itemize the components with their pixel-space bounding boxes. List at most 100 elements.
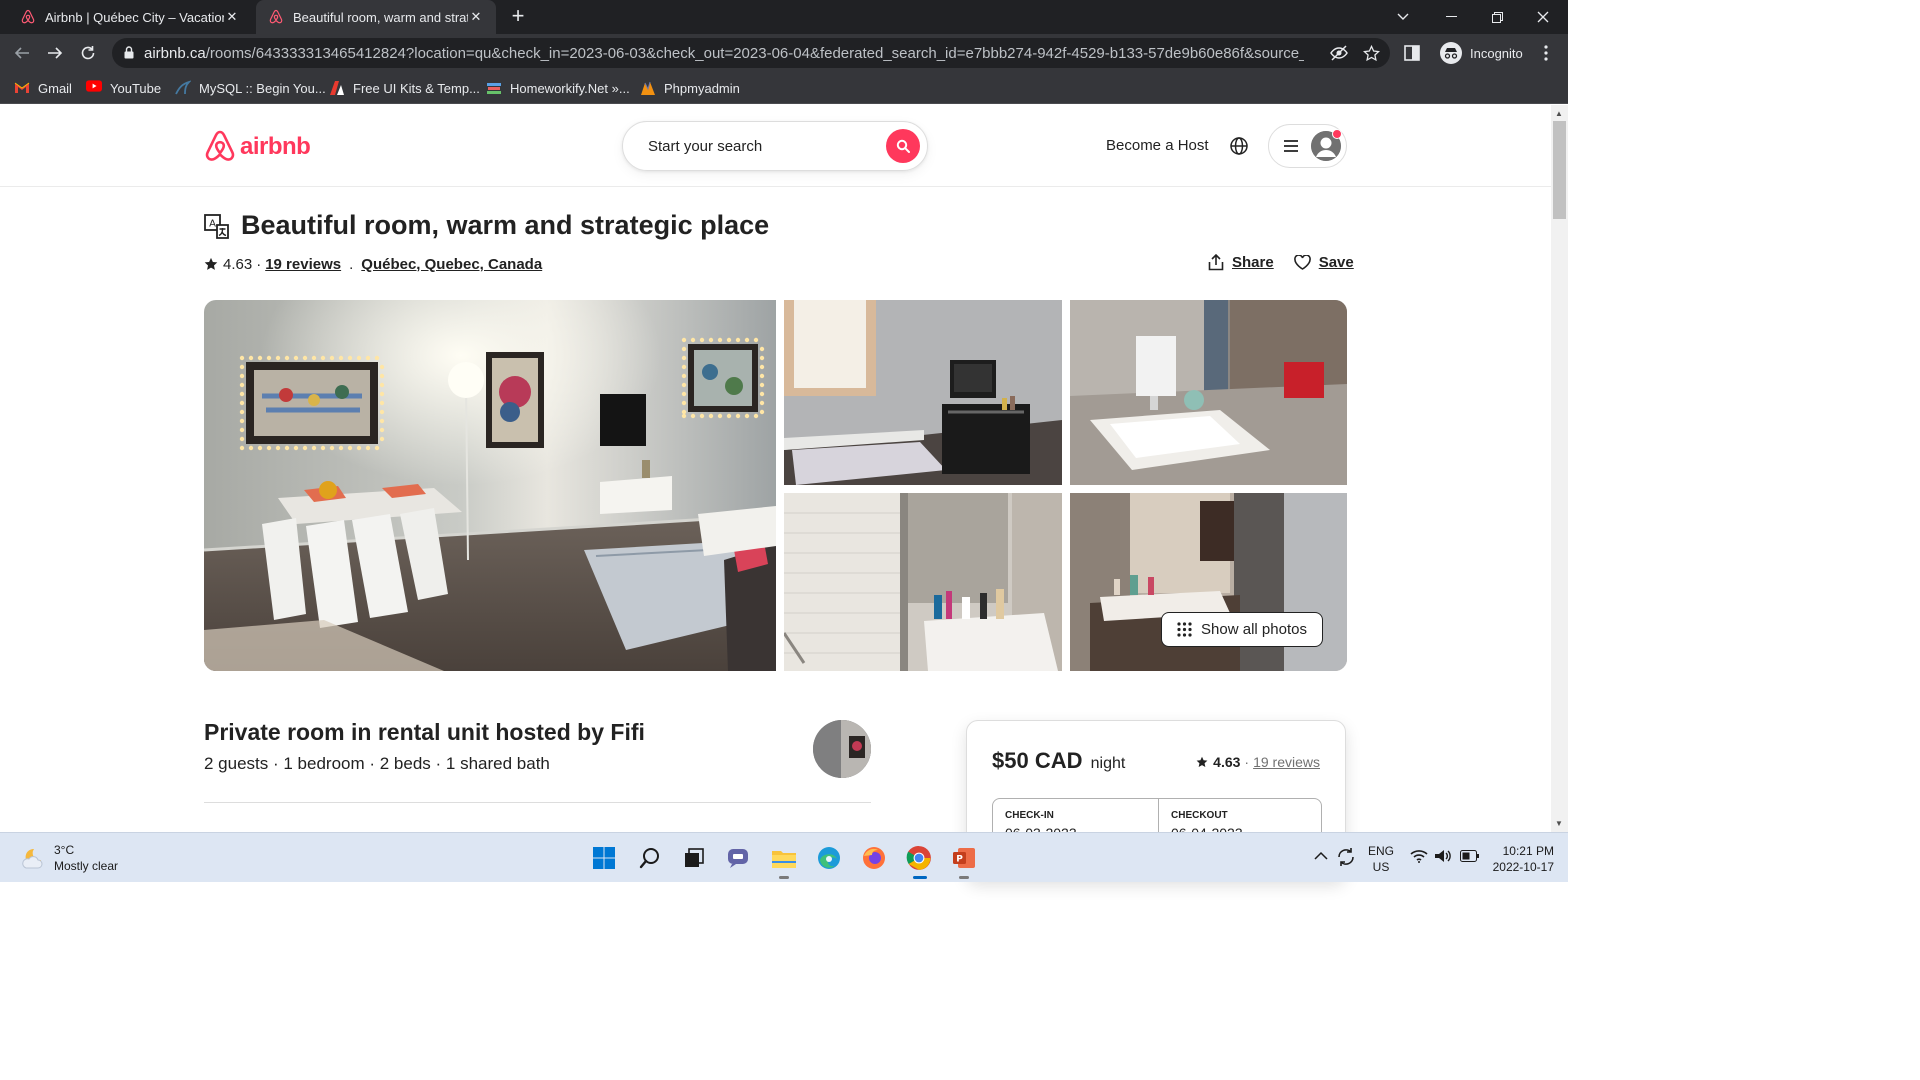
globe-icon[interactable] xyxy=(1229,136,1249,161)
location-link[interactable]: Québec, Quebec, Canada xyxy=(361,256,542,273)
ui-kits-icon xyxy=(329,80,345,96)
browser-tab-active[interactable]: Beautiful room, warm and strategic place… xyxy=(256,0,496,34)
forward-arrow-icon[interactable] xyxy=(43,41,67,65)
incognito-icon xyxy=(1440,42,1462,64)
eye-off-icon[interactable] xyxy=(1330,45,1348,66)
airbnb-logo[interactable]: airbnb xyxy=(204,130,311,163)
side-panel-icon[interactable] xyxy=(1400,41,1424,65)
bookmarks-bar: Gmail YouTube MySQL :: Begin You... Free… xyxy=(0,72,1568,104)
kebab-menu-icon[interactable] xyxy=(1534,41,1558,65)
share-label: Share xyxy=(1232,254,1274,271)
file-explorer-icon[interactable] xyxy=(770,844,798,879)
taskbar-search-icon[interactable] xyxy=(636,844,664,872)
weather-widget[interactable]: 3°C Mostly clear xyxy=(20,842,118,874)
browser-toolbar: airbnb.ca/rooms/643333313465412824?locat… xyxy=(0,34,1568,72)
bookmark-gmail[interactable]: Gmail xyxy=(14,79,72,97)
fairy-light xyxy=(365,355,371,361)
reload-icon[interactable] xyxy=(76,41,100,65)
fairy-light xyxy=(744,413,750,419)
sync-icon[interactable] xyxy=(1336,847,1356,870)
browser-tab[interactable]: Airbnb | Québec City – Vacation Rentals … xyxy=(8,0,252,34)
bookmark-mysql[interactable]: MySQL :: Begin You... xyxy=(175,79,326,97)
rating-separator: · xyxy=(256,255,262,273)
address-bar[interactable]: airbnb.ca/rooms/643333313465412824?locat… xyxy=(112,38,1390,68)
edge-browser-icon[interactable] xyxy=(815,844,843,872)
page-scrollbar[interactable]: ▲ ▼ xyxy=(1551,105,1568,832)
running-indicator xyxy=(779,876,789,879)
powerpoint-icon[interactable]: P xyxy=(950,844,978,879)
battery-icon[interactable] xyxy=(1460,850,1480,865)
scroll-down-arrow-icon[interactable]: ▼ xyxy=(1555,819,1563,828)
scroll-up-arrow-icon[interactable]: ▲ xyxy=(1555,109,1563,118)
weather-temperature: 3°C xyxy=(54,843,75,857)
host-avatar[interactable] xyxy=(813,720,871,778)
fairy-light xyxy=(759,400,765,406)
search-bar[interactable]: Start your search xyxy=(622,121,928,171)
bookmark-free-ui-kits[interactable]: Free UI Kits & Temp... xyxy=(329,79,480,97)
fairy-light xyxy=(759,373,765,379)
fairy-light xyxy=(374,445,380,451)
moon-cloud-icon xyxy=(22,848,43,869)
fairy-light xyxy=(759,391,765,397)
star-icon xyxy=(1196,756,1213,768)
fairy-light xyxy=(699,337,705,343)
svg-text:P: P xyxy=(956,855,963,865)
chat-app-icon[interactable] xyxy=(724,844,752,872)
show-all-photos-button[interactable]: Show all photos xyxy=(1161,612,1323,647)
task-view-icon[interactable] xyxy=(680,844,708,872)
close-window-button[interactable] xyxy=(1520,0,1566,34)
user-menu-button[interactable] xyxy=(1268,124,1347,168)
photo-tv-corner[interactable] xyxy=(784,300,1062,485)
fairy-light xyxy=(239,355,245,361)
url-text[interactable]: airbnb.ca/rooms/643333313465412824?locat… xyxy=(144,45,1304,62)
scrollbar-thumb[interactable] xyxy=(1553,121,1566,219)
restore-button[interactable] xyxy=(1474,0,1520,34)
tab-title: Airbnb | Québec City – Vacation Rentals xyxy=(45,9,224,25)
language-indicator[interactable]: ENG US xyxy=(1368,843,1394,875)
windows-start-icon[interactable] xyxy=(590,844,618,872)
bookmark-homeworkify[interactable]: Homeworkify.Net »... xyxy=(486,79,630,97)
photo-bathroom-shower[interactable] xyxy=(784,493,1062,671)
save-button[interactable]: Save xyxy=(1293,254,1354,271)
fairy-light xyxy=(374,355,380,361)
main-photo-living-room[interactable] xyxy=(204,300,776,671)
fairy-light xyxy=(379,409,385,415)
search-button[interactable] xyxy=(886,129,920,163)
photo-bathroom-sink[interactable] xyxy=(1070,300,1347,485)
lock-icon[interactable] xyxy=(124,46,134,64)
back-arrow-icon[interactable] xyxy=(10,41,34,65)
tab-close-icon[interactable]: ✕ xyxy=(224,9,240,25)
bookmark-youtube[interactable]: YouTube xyxy=(86,79,161,97)
bookmark-label: Homeworkify.Net »... xyxy=(510,80,630,96)
fairy-light xyxy=(681,400,687,406)
wifi-icon[interactable] xyxy=(1410,849,1428,866)
chrome-icon[interactable] xyxy=(905,844,933,879)
translate-icon[interactable]: A xyxy=(204,214,230,245)
reviews-link[interactable]: 19 reviews xyxy=(265,256,341,273)
fairy-light xyxy=(311,445,317,451)
bookmark-star-icon[interactable] xyxy=(1362,44,1381,67)
incognito-profile-button[interactable]: Incognito xyxy=(1434,38,1529,68)
system-clock[interactable]: 10:21 PM 2022-10-17 xyxy=(1490,843,1554,875)
bookmark-phpmyadmin[interactable]: Phpmyadmin xyxy=(640,79,740,97)
volume-icon[interactable] xyxy=(1434,849,1452,866)
fairy-light xyxy=(753,413,759,419)
show-hidden-icons-chevron-icon[interactable] xyxy=(1314,849,1328,863)
fairy-light xyxy=(356,445,362,451)
fairy-light xyxy=(699,413,705,419)
bookmark-label: YouTube xyxy=(110,80,162,96)
minimize-button[interactable] xyxy=(1428,0,1474,34)
firefox-icon[interactable] xyxy=(860,844,888,872)
fairy-light xyxy=(753,337,759,343)
tab-close-icon[interactable]: ✕ xyxy=(468,9,484,25)
share-button[interactable]: Share xyxy=(1208,254,1274,271)
listing-meta-row: 4.63 · 19 reviews . Québec, Quebec, Cana… xyxy=(204,254,542,274)
booking-reviews-link[interactable]: 19 reviews xyxy=(1253,754,1320,770)
new-tab-button[interactable]: + xyxy=(506,5,530,29)
become-a-host-link[interactable]: Become a Host xyxy=(1106,137,1209,154)
fairy-light xyxy=(726,413,732,419)
grid-dots-icon xyxy=(1177,622,1192,637)
fairy-light xyxy=(293,445,299,451)
tab-search-icon[interactable] xyxy=(1380,0,1426,34)
fairy-light xyxy=(338,355,344,361)
